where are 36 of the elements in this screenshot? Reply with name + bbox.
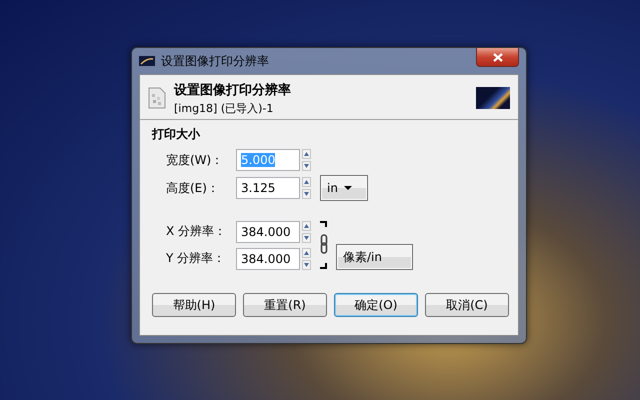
spin-up-icon[interactable] — [302, 149, 311, 159]
unit-dropdown[interactable]: 像素/in — [336, 244, 413, 270]
header-subtitle: [img18] (已导入)-1 — [174, 100, 274, 116]
number-field[interactable]: 384.000 — [236, 248, 300, 270]
field-label: 高度(E)： — [166, 180, 220, 196]
spin-down-icon[interactable] — [302, 232, 311, 242]
field-label: 宽度(W)： — [166, 152, 224, 168]
field-label: X 分辨率： — [166, 223, 228, 240]
image-thumbnail — [476, 87, 510, 109]
unit-dropdown[interactable]: in — [320, 175, 368, 201]
field-value: 3.125 — [241, 181, 276, 195]
spin-up-icon[interactable] — [302, 220, 311, 230]
number-field[interactable]: 384.000 — [236, 220, 300, 242]
window-title: 设置图像打印分辨率 — [161, 52, 270, 70]
field-value: 384.000 — [241, 252, 291, 266]
dialog-button[interactable]: 帮助(H) — [152, 293, 236, 317]
spin-up-icon[interactable] — [302, 177, 311, 187]
spin-up-icon[interactable] — [302, 248, 311, 258]
chain-link-icon[interactable] — [320, 220, 328, 270]
caret-icon — [344, 186, 352, 190]
close-button[interactable] — [476, 48, 519, 67]
spin-down-icon[interactable] — [302, 161, 311, 171]
dialog-button[interactable]: 重置(R) — [243, 293, 327, 317]
app-icon — [139, 56, 155, 66]
header-title: 设置图像打印分辨率 — [174, 82, 292, 98]
field-label: Y 分辨率： — [166, 250, 226, 267]
spin-down-icon[interactable] — [302, 260, 311, 270]
section-title: 打印大小 — [150, 126, 202, 143]
image-file-icon — [148, 87, 166, 109]
field-value: 5.000 — [241, 153, 276, 167]
close-icon — [492, 52, 502, 62]
number-field[interactable]: 3.125 — [236, 177, 300, 199]
field-value: 384.000 — [241, 224, 291, 238]
dialog-button[interactable]: 取消(C) — [425, 293, 509, 317]
spin-down-icon[interactable] — [302, 189, 311, 199]
dialog-button[interactable]: 确定(O) — [334, 293, 418, 317]
